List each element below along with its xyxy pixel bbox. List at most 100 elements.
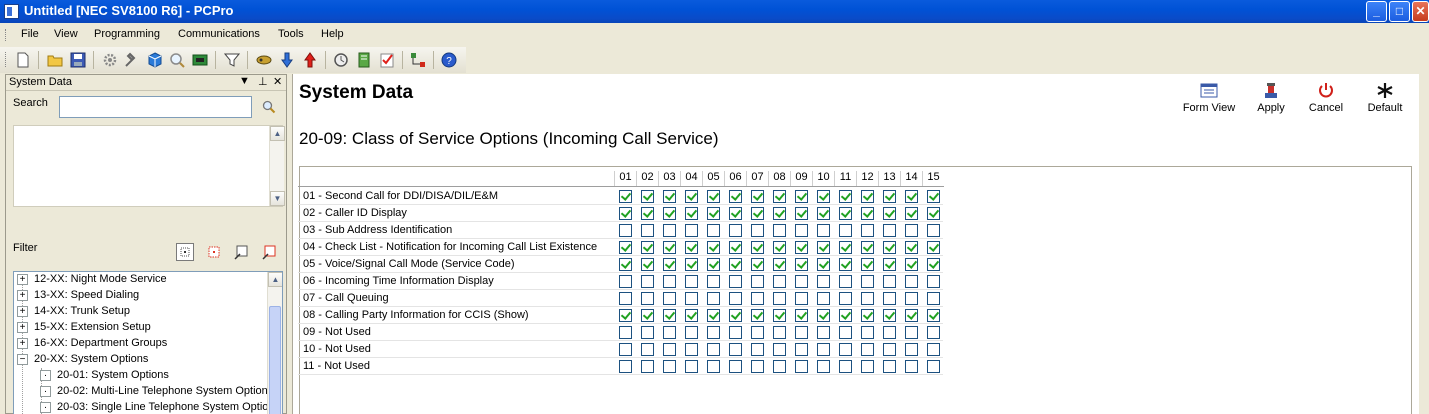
option-checkbox[interactable] [751, 224, 764, 237]
option-checkbox[interactable] [861, 326, 874, 339]
option-checkbox[interactable] [707, 241, 720, 254]
option-checkbox[interactable] [839, 275, 852, 288]
option-checkbox[interactable] [905, 343, 918, 356]
option-checkbox[interactable] [795, 309, 808, 322]
option-checkbox[interactable] [685, 309, 698, 322]
option-checkbox[interactable] [883, 190, 896, 203]
option-checkbox[interactable] [927, 360, 940, 373]
option-checkbox[interactable] [685, 224, 698, 237]
option-checkbox[interactable] [641, 190, 654, 203]
option-checkbox[interactable] [839, 224, 852, 237]
option-checkbox[interactable] [729, 326, 742, 339]
option-checkbox[interactable] [751, 343, 764, 356]
filter-all-icon[interactable] [176, 243, 194, 261]
option-checkbox[interactable] [751, 309, 764, 322]
option-checkbox[interactable] [817, 275, 830, 288]
option-checkbox[interactable] [663, 326, 676, 339]
option-checkbox[interactable] [839, 343, 852, 356]
cancel-button[interactable]: Cancel [1306, 82, 1346, 114]
option-checkbox[interactable] [839, 207, 852, 220]
option-checkbox[interactable] [883, 258, 896, 271]
panel-dropdown-icon[interactable]: ▼ [239, 75, 250, 87]
option-checkbox[interactable] [795, 292, 808, 305]
option-checkbox[interactable] [883, 326, 896, 339]
option-checkbox[interactable] [641, 309, 654, 322]
scroll-down-icon[interactable]: ▼ [270, 191, 285, 206]
option-checkbox[interactable] [905, 224, 918, 237]
option-checkbox[interactable] [619, 207, 632, 220]
option-checkbox[interactable] [641, 292, 654, 305]
option-checkbox[interactable] [927, 258, 940, 271]
default-button[interactable]: Default [1363, 82, 1407, 114]
option-checkbox[interactable] [927, 326, 940, 339]
option-checkbox[interactable] [883, 292, 896, 305]
option-checkbox[interactable] [707, 224, 720, 237]
expand-toggle-icon[interactable]: − [17, 354, 28, 365]
option-checkbox[interactable] [707, 292, 720, 305]
results-scrollbar[interactable]: ▲ ▼ [269, 126, 285, 206]
option-checkbox[interactable] [927, 241, 940, 254]
menu-tools[interactable]: Tools [278, 28, 304, 40]
option-checkbox[interactable] [927, 275, 940, 288]
option-checkbox[interactable] [685, 275, 698, 288]
option-checkbox[interactable] [641, 207, 654, 220]
option-checkbox[interactable] [861, 275, 874, 288]
option-checkbox[interactable] [685, 292, 698, 305]
option-checkbox[interactable] [927, 224, 940, 237]
menu-file[interactable]: File [21, 28, 39, 40]
option-checkbox[interactable] [619, 190, 632, 203]
option-checkbox[interactable] [707, 190, 720, 203]
option-checkbox[interactable] [773, 258, 786, 271]
option-checkbox[interactable] [663, 224, 676, 237]
option-checkbox[interactable] [861, 309, 874, 322]
open-folder-icon[interactable] [47, 52, 63, 68]
option-checkbox[interactable] [861, 292, 874, 305]
option-checkbox[interactable] [861, 343, 874, 356]
option-checkbox[interactable] [751, 258, 764, 271]
option-checkbox[interactable] [883, 241, 896, 254]
option-checkbox[interactable] [619, 275, 632, 288]
option-checkbox[interactable] [773, 326, 786, 339]
option-checkbox[interactable] [663, 207, 676, 220]
option-checkbox[interactable] [663, 258, 676, 271]
pin-icon[interactable]: ⊥ [258, 75, 268, 88]
menu-communications[interactable]: Communications [178, 28, 260, 40]
option-checkbox[interactable] [905, 360, 918, 373]
tree-item[interactable]: · 20-01: System Options [14, 368, 274, 384]
option-checkbox[interactable] [905, 309, 918, 322]
option-checkbox[interactable] [773, 224, 786, 237]
menu-programming[interactable]: Programming [94, 28, 160, 40]
option-checkbox[interactable] [905, 275, 918, 288]
option-checkbox[interactable] [795, 360, 808, 373]
option-checkbox[interactable] [817, 292, 830, 305]
option-checkbox[interactable] [905, 241, 918, 254]
option-checkbox[interactable] [773, 309, 786, 322]
option-checkbox[interactable] [641, 224, 654, 237]
option-checkbox[interactable] [839, 360, 852, 373]
option-checkbox[interactable] [641, 343, 654, 356]
option-checkbox[interactable] [707, 207, 720, 220]
option-checkbox[interactable] [641, 258, 654, 271]
form-view-button[interactable]: Form View [1181, 82, 1237, 114]
option-checkbox[interactable] [685, 326, 698, 339]
option-checkbox[interactable] [861, 360, 874, 373]
option-checkbox[interactable] [905, 190, 918, 203]
option-checkbox[interactable] [663, 360, 676, 373]
option-checkbox[interactable] [729, 190, 742, 203]
option-checkbox[interactable] [641, 360, 654, 373]
panel-close-icon[interactable]: ✕ [273, 75, 282, 88]
tree-item[interactable]: +16-XX: Department Groups [14, 336, 274, 352]
tree-scrollbar[interactable]: ▲ [267, 272, 282, 414]
close-button[interactable]: ✕ [1412, 1, 1429, 22]
option-checkbox[interactable] [773, 275, 786, 288]
book-icon[interactable] [356, 52, 372, 68]
option-checkbox[interactable] [773, 343, 786, 356]
option-checkbox[interactable] [619, 326, 632, 339]
option-checkbox[interactable] [905, 292, 918, 305]
option-checkbox[interactable] [773, 360, 786, 373]
option-checkbox[interactable] [905, 326, 918, 339]
option-checkbox[interactable] [663, 292, 676, 305]
option-checkbox[interactable] [861, 258, 874, 271]
option-checkbox[interactable] [795, 224, 808, 237]
expand-toggle-icon[interactable]: + [17, 290, 28, 301]
